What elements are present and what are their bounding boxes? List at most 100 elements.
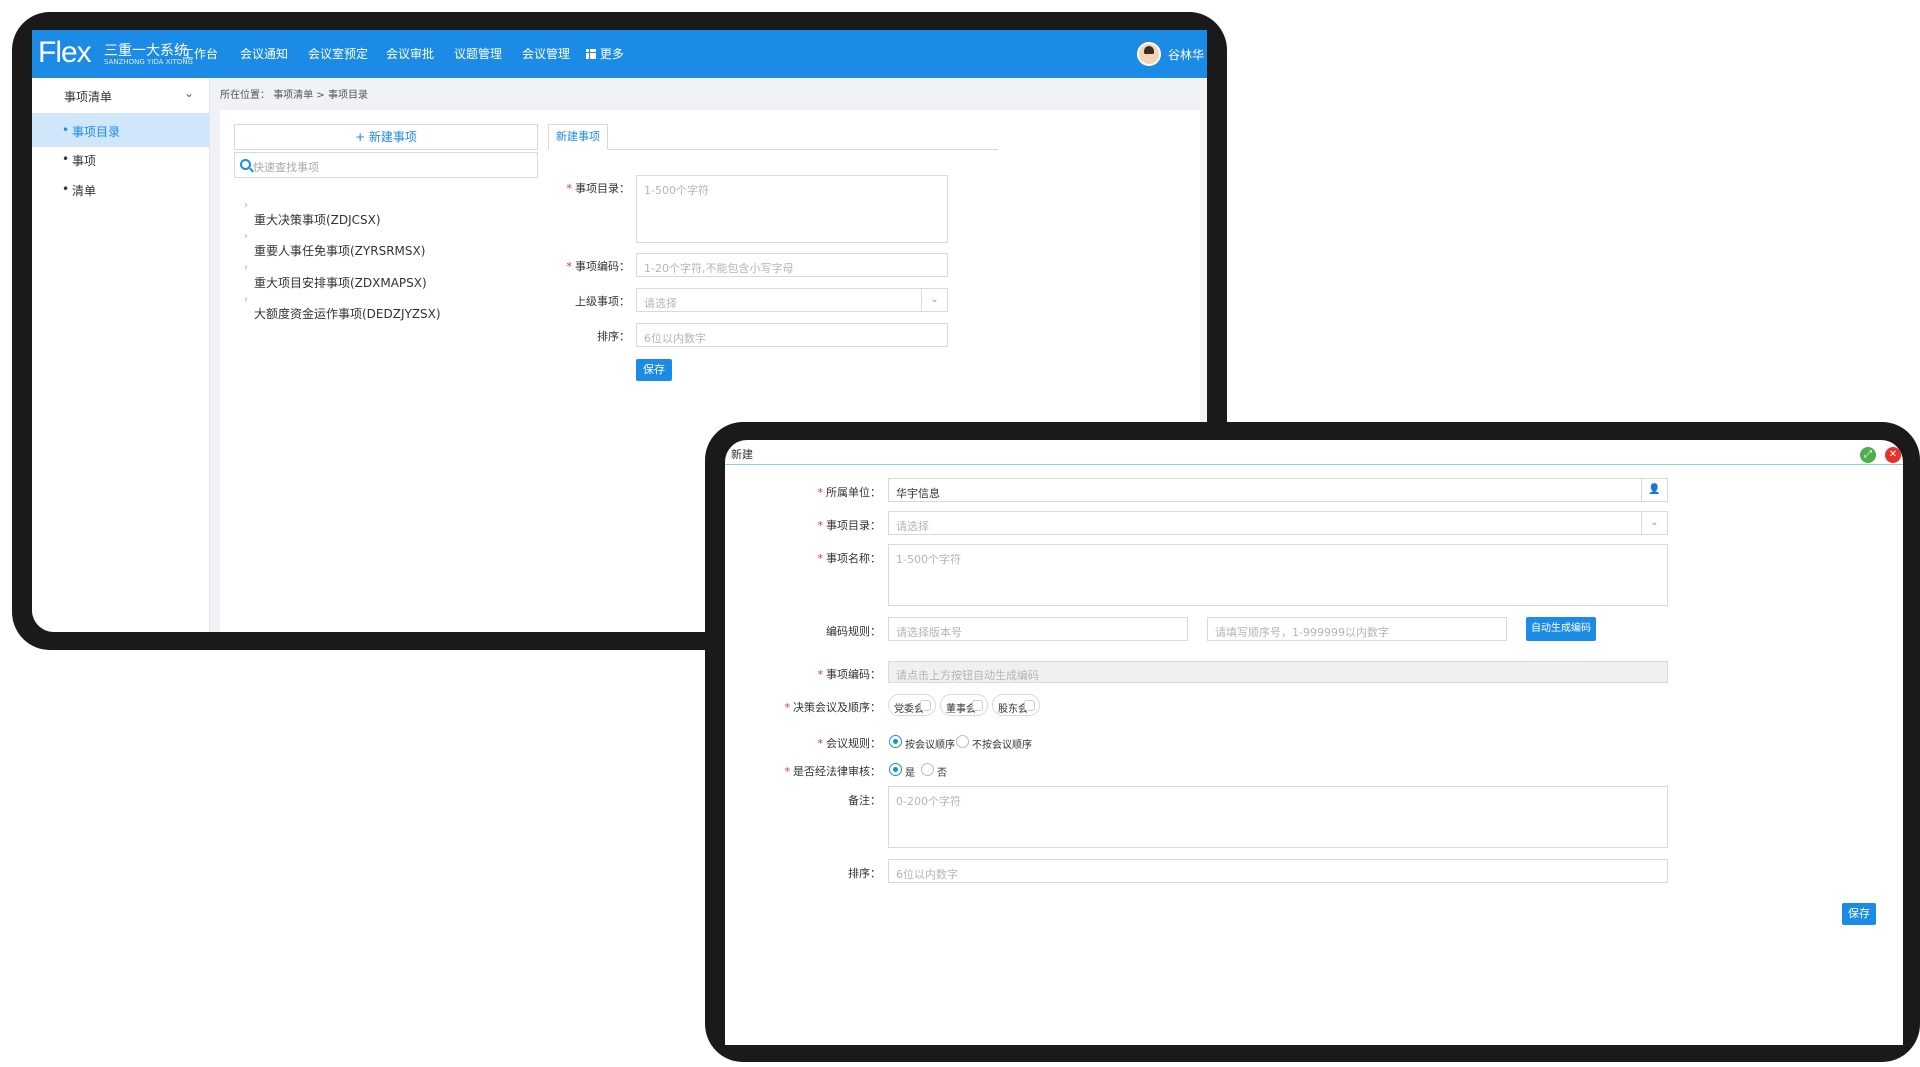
person-icon[interactable]: 👤 xyxy=(1641,479,1667,501)
logo-text: Flex xyxy=(38,36,92,69)
remark-textarea[interactable]: 0-200个字符 xyxy=(888,786,1668,848)
sidebar: 事项清单 ⌄ • 事项目录 • 事项 • 清单 xyxy=(32,78,210,632)
new-matter-button[interactable]: + 新建事项 xyxy=(234,124,538,150)
nav-item-meeting-approval[interactable]: 会议审批 xyxy=(386,45,434,62)
tree-node[interactable]: 重大项目安排事项(ZDXMAPSX) xyxy=(254,274,427,291)
meeting-chip-party[interactable]: 党委会 xyxy=(888,694,936,716)
order-placeholder: 6位以内数字 xyxy=(644,332,706,345)
tree-node[interactable]: 重要人事任免事项(ZYRSRMSX) xyxy=(254,242,425,259)
search-placeholder: 快速查找事项 xyxy=(253,161,319,174)
restore-icon[interactable]: ⤢ xyxy=(1860,447,1876,463)
parent-select[interactable]: 请选择 ⌄ xyxy=(636,288,948,312)
catalog-label: * 事项目录： xyxy=(566,182,631,195)
dialog-code-placeholder: 请点击上方按钮自动生成编码 xyxy=(896,669,1039,682)
chevron-down-icon[interactable]: ⌄ xyxy=(1641,512,1667,534)
legal-review-label: * 是否经法律审核： xyxy=(784,765,882,778)
catalog-placeholder: 1-500个字符 xyxy=(644,184,709,197)
catalog-textarea[interactable]: 1-500个字符 xyxy=(636,175,948,243)
search-input[interactable]: 快速查找事项 xyxy=(234,152,538,178)
sequence-placeholder: 请填写顺序号，1-999999以内数字 xyxy=(1215,626,1389,639)
tree-expand-icon[interactable]: › xyxy=(244,231,248,242)
dialog-order-label: 排序： xyxy=(848,867,881,880)
top-nav-bar: Flex 三重一大系统 SANZHONG YIDA XITONG 工作台 会议通… xyxy=(32,30,1207,78)
tree-node[interactable]: 大额度资金运作事项(DEDZJYZSX) xyxy=(254,305,441,322)
dialog-title: 新建 xyxy=(731,448,753,461)
chevron-down-icon[interactable]: ⌄ xyxy=(921,289,947,311)
save-button[interactable]: 保存 xyxy=(636,359,672,381)
dialog-catalog-placeholder: 请选择 xyxy=(896,520,929,533)
app-title: 三重一大系统 xyxy=(104,43,188,59)
version-placeholder: 请选择版本号 xyxy=(896,626,962,639)
name-textarea[interactable]: 1-500个字符 xyxy=(888,544,1668,606)
dialog-order-input[interactable]: 6位以内数字 xyxy=(888,859,1668,883)
sidebar-header-label: 事项清单 xyxy=(64,90,113,104)
dialog-catalog-select[interactable]: 请选择 ⌄ xyxy=(888,511,1668,535)
checkbox-icon xyxy=(1024,700,1035,711)
sequence-input[interactable]: 请填写顺序号，1-999999以内数字 xyxy=(1207,617,1507,641)
meeting-chip-board[interactable]: 董事会 xyxy=(940,694,988,716)
dialog-save-button[interactable]: 保存 xyxy=(1842,903,1876,925)
tab-divider xyxy=(608,149,998,150)
radio-by-order[interactable] xyxy=(889,735,902,748)
unit-input[interactable]: 华宇信息 👤 xyxy=(888,478,1668,502)
search-icon xyxy=(240,159,251,170)
breadcrumb-current: 事项目录 xyxy=(327,90,368,101)
tree-expand-icon[interactable]: › xyxy=(244,200,248,211)
parent-label: 上级事项： xyxy=(575,295,630,308)
grid-icon xyxy=(586,49,596,59)
meeting-rule-label: * 会议规则： xyxy=(817,737,882,750)
order-label: 排序： xyxy=(597,330,630,343)
bullet-icon: • xyxy=(62,123,70,137)
checkbox-icon xyxy=(920,700,931,711)
sidebar-item-label: 事项 xyxy=(72,154,97,168)
parent-placeholder: 请选择 xyxy=(644,297,677,310)
sidebar-item-list[interactable]: • 清单 xyxy=(32,172,210,206)
chevron-down-icon: ⌄ xyxy=(184,86,195,100)
breadcrumb-prefix: 所在位置： xyxy=(220,90,270,101)
radio-not-by-order[interactable] xyxy=(956,735,969,748)
nav-item-room-booking[interactable]: 会议室预定 xyxy=(308,45,368,62)
meeting-order-label: * 决策会议及顺序： xyxy=(784,701,882,714)
sidebar-item-matters[interactable]: • 事项 xyxy=(32,142,210,176)
unit-label: * 所属单位： xyxy=(817,486,882,499)
radio-legal-no[interactable] xyxy=(921,763,934,776)
radio-not-by-order-label: 不按会议顺序 xyxy=(972,740,1032,751)
nav-item-workbench[interactable]: 工作台 xyxy=(182,45,218,62)
meeting-chips: 党委会 董事会 股东会 xyxy=(888,694,1048,716)
close-icon[interactable]: ✕ xyxy=(1885,447,1901,463)
tab-new-matter[interactable]: 新建事项 xyxy=(548,124,608,150)
dialog-code-input: 请点击上方按钮自动生成编码 xyxy=(888,661,1668,683)
sidebar-header[interactable]: 事项清单 ⌄ xyxy=(32,78,210,112)
nav-item-meeting-notice[interactable]: 会议通知 xyxy=(240,45,288,62)
tree-expand-icon[interactable]: › xyxy=(244,294,248,305)
meeting-chip-shareholders[interactable]: 股东会 xyxy=(992,694,1040,716)
code-input[interactable]: 1-20个字符,不能包含小写字母 xyxy=(636,253,948,277)
version-input[interactable]: 请选择版本号 xyxy=(888,617,1188,641)
auto-generate-code-button[interactable]: 自动生成编码 xyxy=(1526,617,1596,641)
new-dialog: 新建 ⤢ ✕ * 所属单位： 华宇信息 👤 * 事项目录： 请选择 ⌄ * 事项名称：… xyxy=(725,440,1903,1045)
app-subtitle: SANZHONG YIDA XITONG xyxy=(104,58,193,66)
tree-expand-icon[interactable]: › xyxy=(244,262,248,273)
radio-legal-no-label: 否 xyxy=(937,768,947,779)
radio-legal-yes[interactable] xyxy=(889,763,902,776)
rule-label: 编码规则： xyxy=(826,625,881,638)
dialog-header-divider xyxy=(725,464,1903,465)
radio-legal-yes-label: 是 xyxy=(905,768,915,779)
tree-node[interactable]: 重大决策事项(ZDJCSX) xyxy=(254,211,381,228)
nav-item-meeting-management[interactable]: 会议管理 xyxy=(522,45,570,62)
unit-value: 华宇信息 xyxy=(896,487,940,500)
sidebar-item-label: 事项目录 xyxy=(72,125,121,139)
breadcrumb: 所在位置： 事项清单 > 事项目录 xyxy=(220,86,368,101)
nav-item-topic-management[interactable]: 议题管理 xyxy=(454,45,502,62)
checkbox-icon xyxy=(972,700,983,711)
breadcrumb-link[interactable]: 事项清单 xyxy=(273,90,313,101)
remark-label: 备注： xyxy=(848,794,881,807)
avatar[interactable] xyxy=(1137,42,1161,66)
order-input[interactable]: 6位以内数字 xyxy=(636,323,948,347)
user-name[interactable]: 谷林华 xyxy=(1168,46,1204,63)
dialog-catalog-label: * 事项目录： xyxy=(817,519,882,532)
code-placeholder: 1-20个字符,不能包含小写字母 xyxy=(644,262,794,275)
nav-item-more[interactable]: 更多 xyxy=(586,45,624,62)
bullet-icon: • xyxy=(62,152,70,166)
name-label: * 事项名称： xyxy=(817,552,882,565)
